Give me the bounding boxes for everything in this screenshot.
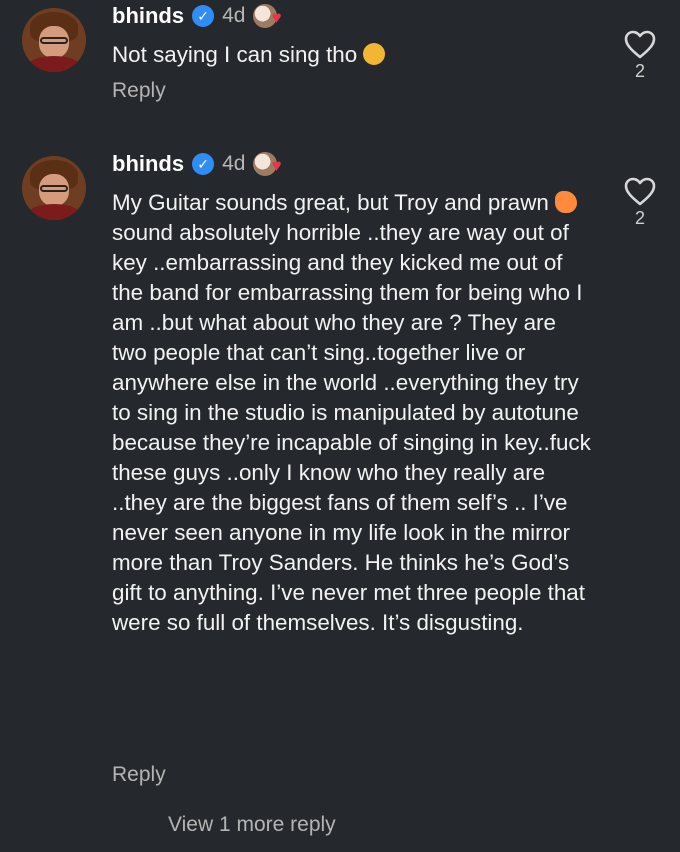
heart-outline-icon[interactable]	[624, 177, 656, 206]
username[interactable]: bhinds	[112, 3, 184, 29]
shrimp-emoji-icon	[555, 191, 578, 213]
creator-liked-icon: ♥	[253, 2, 287, 30]
laughing-emoji-icon	[363, 43, 386, 65]
heart-outline-icon[interactable]	[624, 30, 656, 59]
comment-text: Not saying I can sing tho	[112, 40, 592, 70]
avatar[interactable]	[22, 8, 86, 72]
avatar[interactable]	[22, 156, 86, 220]
comment-text: My Guitar sounds great, but Troy and pra…	[112, 190, 591, 635]
like-count: 2	[634, 208, 645, 228]
creator-liked-icon: ♥	[253, 150, 287, 178]
reply-button[interactable]: Reply	[112, 763, 166, 787]
timestamp: 4d	[222, 152, 246, 175]
view-more-replies-button[interactable]: View 1 more reply	[168, 813, 336, 837]
verified-badge-icon: ✓	[192, 153, 215, 175]
timestamp: 4d	[222, 4, 246, 27]
like-count: 2	[634, 61, 645, 81]
reply-button[interactable]: Reply	[112, 79, 166, 103]
verified-badge-icon: ✓	[192, 5, 215, 27]
username[interactable]: bhinds	[112, 151, 184, 177]
